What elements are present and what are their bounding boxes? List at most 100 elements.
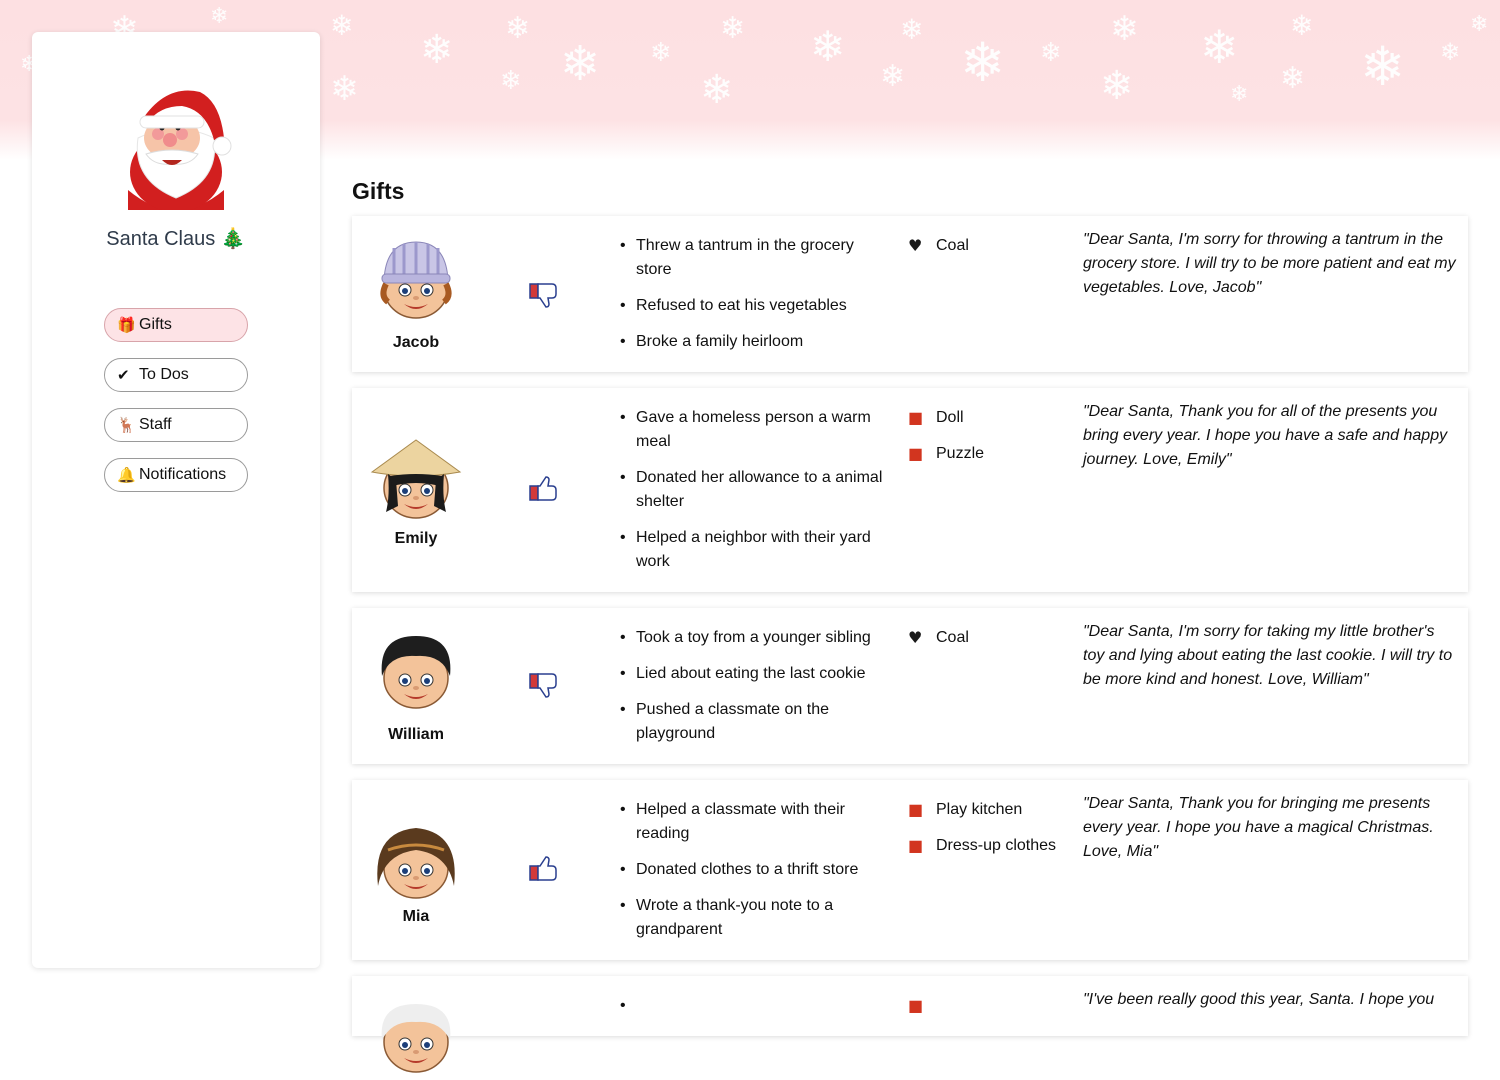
child-name: Emily [394,530,438,547]
snowflake-icon: ❄ [1440,38,1461,66]
gift-label: Dress-up clothes [936,837,1057,854]
nav-item-label: Gifts [139,316,172,333]
snowflake-icon: ❄ [1200,20,1239,74]
profile-name: Santa Claus 🎄 [106,228,246,250]
child-card: William Took a toy from a younger sibling… [352,608,1468,764]
child-info [352,976,480,1073]
snowflake-icon: ❄ [330,9,354,42]
present-icon: ■ [908,408,924,427]
snowflake-icon: ❄ [1040,38,1062,68]
gift-label: Doll [936,409,964,426]
letter-text: "Dear Santa, Thank you for all of the pr… [1083,403,1448,468]
gift-list: ♥ Coal [908,234,1068,270]
deed-item: Refused to eat his vegetables [618,294,888,318]
boy-avatar-icon [381,636,451,709]
snowflake-icon: ❄ [1230,82,1249,107]
reindeer-icon: 🦌 [117,416,136,434]
letter-text: "I've been really good this year, Santa.… [1083,991,1435,1008]
gift-label: Play kitchen [936,801,1023,818]
deed-item: Took a toy from a younger sibling [618,626,888,650]
thumbs-down-icon[interactable] [528,280,560,308]
snowflake-icon: ❄ [560,36,601,92]
deed-item: Pushed a classmate on the playground [618,698,888,746]
gift-item: ■ Puzzle [908,442,1068,466]
sidebar-nav: 🎁 Gifts ✔ To Dos 🦌 Staff 🔔 Notifications [104,308,248,508]
deed-item: Helped a neighbor with their yard work [618,526,888,574]
present-icon: ■ [908,800,924,819]
nav-item-notifications[interactable]: 🔔 Notifications [104,458,248,492]
coal-icon: ♥ [908,628,923,647]
boy-beanie-avatar-icon [380,241,452,319]
snowflake-icon: ❄ [880,59,906,94]
nav-item-label: To Dos [139,366,189,383]
deeds-list: Gave a homeless person a warm meal Donate… [618,406,888,586]
snowflake-icon: ❄ [960,31,1006,94]
nav-item-label: Notifications [139,466,227,483]
gift-item: ■ Dress-up clothes [908,834,1068,858]
present-icon: ■ [908,836,924,855]
snowflake-icon: ❄ [210,4,229,29]
nav-item-todos[interactable]: ✔ To Dos [104,358,248,392]
present-icon: ■ [908,444,924,463]
gift-label: Coal [936,629,969,646]
gift-icon: 🎁 [117,316,136,334]
gift-item: ♥ Coal [908,234,1068,258]
deed-item: Lied about eating the last cookie [618,662,888,686]
letter-text: "Dear Santa, I'm sorry for throwing a ta… [1083,231,1456,296]
deed-item: Helped a classmate with their reading [618,798,888,846]
gift-list: ■ Doll ■ Puzzle [908,406,1068,478]
page-title: Gifts [352,178,405,204]
child-name: Jacob [392,334,440,351]
santa-avatar-icon [128,90,232,210]
gift-label: Coal [936,237,969,254]
child-info: Mia [352,780,480,960]
letter-text: "Dear Santa, I'm sorry for taking my lit… [1083,623,1453,688]
letter-text: "Dear Santa, Thank you for bringing me p… [1083,795,1434,860]
snowflake-icon: ❄ [1280,61,1306,96]
thumbs-down-icon[interactable] [528,670,560,698]
deed-item: Gave a homeless person a warm meal [618,406,888,454]
gift-item: ■ Doll [908,406,1068,430]
child-name: William [388,726,444,743]
gift-label: Puzzle [936,445,985,462]
child-card: Mia Helped a classmate with their reading… [352,780,1468,960]
checkmark-icon: ✔ [117,366,130,384]
gift-list: ♥ Coal [908,626,1068,662]
gift-item: ♥ Coal [908,626,1068,650]
nav-item-label: Staff [139,416,172,433]
child-info: Emily [352,388,480,592]
deed-item: Broke a family heirloom [618,330,888,354]
snowflake-icon: ❄ [1470,12,1489,37]
coal-icon: ♥ [908,236,923,255]
snowflake-icon: ❄ [650,38,672,68]
deed-item: Donated her allowance to a animal shelte… [618,466,888,514]
deeds-list: Took a toy from a younger sibling Lied ab… [618,626,888,758]
snowflake-icon: ❄ [900,13,924,46]
child-avatar-icon [381,1004,451,1073]
thumbs-up-icon[interactable] [528,856,560,884]
deeds-list: Helped a classmate with their reading Don… [618,798,888,954]
snowflake-icon: ❄ [330,69,359,109]
sidebar: Santa Claus 🎄 🎁 Gifts ✔ To Dos 🦌 Staff 🔔… [32,32,320,968]
gift-item: ■ Play kitchen [908,798,1068,822]
deeds-list [618,994,888,1018]
snowflake-icon: ❄ [700,67,734,113]
girl-hat-avatar-icon [370,439,462,519]
child-card: ■ "I've been really good this year, Santa… [352,976,1468,1073]
snowflake-icon: ❄ [505,11,531,46]
bell-icon: 🔔 [117,466,136,484]
thumbs-up-icon[interactable] [528,476,560,504]
snowflake-icon: ❄ [1290,9,1314,42]
snowflake-icon: ❄ [1360,35,1406,98]
snowflake-icon: ❄ [810,22,846,71]
snowflake-icon: ❄ [500,66,522,96]
girl-avatar-icon [377,828,455,899]
deeds-list: Threw a tantrum in the grocery store Refu… [618,234,888,366]
deed-item: Threw a tantrum in the grocery store [618,234,888,282]
nav-item-staff[interactable]: 🦌 Staff [104,408,248,442]
snowflake-icon: ❄ [1110,9,1139,49]
child-name: Mia [402,908,430,925]
nav-item-gifts[interactable]: 🎁 Gifts [104,308,248,342]
gift-list: ■ [908,994,1068,1015]
snowflake-icon: ❄ [720,11,746,46]
